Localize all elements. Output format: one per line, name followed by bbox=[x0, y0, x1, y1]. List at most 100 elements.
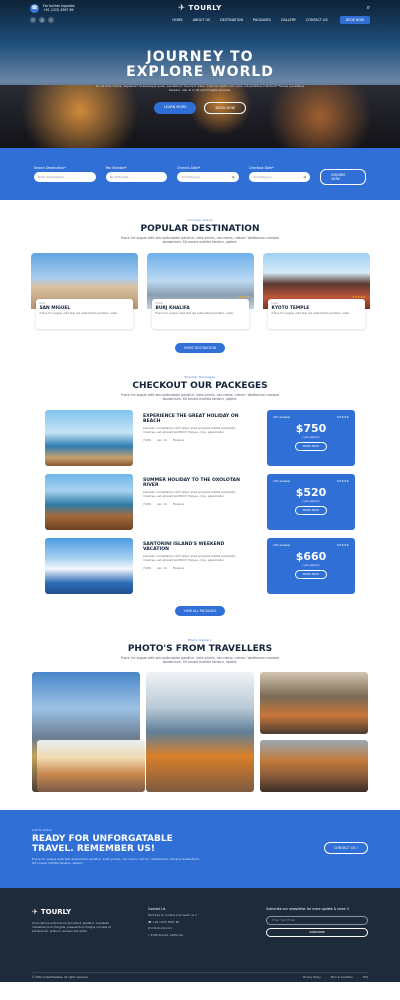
destination-section: Uncover place POPULAR DESTINATION Fusce … bbox=[0, 218, 400, 353]
package-card: SANTORINI ISLAND'S WEEKEND VACATION Laor… bbox=[45, 537, 355, 594]
nav-book-button[interactable]: BOOK NOW bbox=[339, 16, 370, 24]
rating-stars-icon: ★★★★★ bbox=[336, 478, 349, 483]
calendar-icon[interactable]: ▦ bbox=[232, 175, 235, 179]
contact-phone[interactable]: ☎ +01 (123) 4567 90 bbox=[148, 920, 218, 925]
package-pax: pax: 10 bbox=[157, 439, 167, 443]
nav-item-gallery[interactable]: GALLERY bbox=[281, 18, 296, 22]
phone-icon: ☎ bbox=[30, 3, 39, 13]
support-phone[interactable]: +91 (123) 4567 89 bbox=[43, 8, 75, 12]
hero-buttons: LEARN MORE BOOK NOW bbox=[0, 102, 400, 114]
checkin-placeholder: mm/dd/yyyy bbox=[181, 175, 200, 179]
checkout-placeholder: mm/dd/yyyy bbox=[252, 175, 272, 179]
calendar-icon[interactable]: ▦ bbox=[303, 175, 306, 179]
top-bar: ☎ For further inquiries +91 (123) 4567 8… bbox=[30, 2, 370, 14]
package-list: EXPERIENCE THE GREAT HOLIDAY ON BEACH La… bbox=[0, 409, 400, 594]
nav-item-home[interactable]: HOME bbox=[172, 18, 182, 22]
package-duration: 7D/6N bbox=[143, 503, 152, 507]
gallery-photo[interactable] bbox=[260, 672, 368, 735]
checkout-input[interactable]: mm/dd/yyyy ▦ bbox=[248, 172, 311, 182]
gallery-photo[interactable] bbox=[37, 740, 145, 793]
destination-text: Fusce hic augue velit wisi ips quibusdam… bbox=[39, 310, 118, 315]
inquire-button[interactable]: INQUIRE NOW bbox=[320, 169, 366, 185]
packages-desc: Fusce hic augue velit wisi quibusdam par… bbox=[120, 392, 280, 402]
checkin-label: Checkin Date* bbox=[177, 166, 201, 170]
package-price-box: (25 reviews) ★★★★★ $750 / per person BOOK… bbox=[267, 409, 355, 466]
gallery-title: PHOTO'S FROM TRAVELLERS bbox=[127, 643, 273, 654]
footer-newsletter: Subscribe our newsletter for more update… bbox=[266, 907, 368, 938]
gallery-photo[interactable] bbox=[260, 740, 368, 793]
contact-subtitle: Feel free to contact and reach us !! bbox=[148, 913, 198, 918]
destination-input[interactable]: Enter Destination bbox=[34, 172, 96, 182]
checkout-field: Checkout Date* mm/dd/yyyy ▦ bbox=[248, 166, 311, 182]
facebook-icon[interactable]: f bbox=[30, 17, 36, 23]
destination-card[interactable]: Italy SAN MIGUEL Fusce hic augue velit w… bbox=[30, 252, 138, 331]
nav-item-packages[interactable]: PACKAGES bbox=[253, 18, 271, 22]
package-title[interactable]: EXPERIENCE THE GREAT HOLIDAY ON BEACH bbox=[143, 414, 241, 425]
newsletter-heading: Subscribe our newsletter for more update… bbox=[266, 907, 350, 912]
cta-kicker: Call To Action bbox=[32, 828, 53, 833]
instagram-icon[interactable]: ◎ bbox=[39, 17, 45, 23]
package-pax: pax: 10 bbox=[157, 567, 167, 571]
contact-email-text: info.tourly.com bbox=[151, 926, 172, 931]
site-footer: ✈ TOURLY Urna ratione ante harum providen… bbox=[0, 888, 400, 983]
review-count: (20 reviews) bbox=[273, 478, 291, 483]
checkin-input[interactable]: mm/dd/yyyy ▦ bbox=[177, 172, 239, 182]
hero-book-button[interactable]: BOOK NOW bbox=[204, 102, 246, 114]
packages-kicker: Popular Packeges bbox=[184, 374, 216, 379]
package-duration: 7D/6N bbox=[143, 567, 152, 571]
package-pax: pax: 10 bbox=[157, 503, 167, 507]
more-destination-button[interactable]: MORE DESTINATION bbox=[175, 342, 225, 353]
package-meta: 7D/6N pax: 10 Malaysia bbox=[143, 503, 241, 506]
privacy-link[interactable]: Privacy Policy bbox=[303, 976, 321, 979]
nav-item-destination[interactable]: DESTINATION bbox=[220, 18, 243, 22]
destination-location: Italy bbox=[39, 301, 46, 305]
twitter-icon[interactable]: t bbox=[48, 17, 54, 23]
destination-info: Italy SAN MIGUEL Fusce hic augue velit w… bbox=[35, 298, 133, 329]
tour-search-form: Search Destination* Enter Destination Pa… bbox=[0, 148, 400, 200]
destination-card[interactable]: ★★★★★ Dubai BURJ KHALIFA Fusce hic augue… bbox=[146, 252, 254, 331]
site-logo[interactable]: ✈ TOURLY bbox=[178, 3, 221, 12]
contact-email[interactable]: ✉ info.tourly.com bbox=[148, 926, 218, 931]
nav-item-about[interactable]: ABOUT US bbox=[193, 18, 211, 22]
footer-logo[interactable]: ✈ TOURLY bbox=[32, 908, 112, 916]
checkout-label: Checkout Date* bbox=[248, 166, 274, 170]
package-image bbox=[45, 473, 133, 530]
package-location: Malaysia bbox=[172, 439, 185, 443]
package-book-button[interactable]: BOOK NOW bbox=[294, 569, 328, 579]
terms-link[interactable]: Term & Condition bbox=[331, 976, 353, 979]
cta-title: READY FOR UNFORGATABLE TRAVEL. REMEMBER … bbox=[32, 834, 173, 855]
package-rating: (40 reviews) ★★★★★ bbox=[273, 543, 349, 547]
support-info: For further inquiries +91 (123) 4567 89 bbox=[43, 4, 75, 12]
nav-item-contact[interactable]: CONTACT US bbox=[306, 18, 328, 22]
pax-label: Pax Number* bbox=[105, 166, 127, 170]
price-unit: / per person bbox=[302, 562, 320, 567]
contact-us-button[interactable]: CONTACT US ! bbox=[323, 842, 368, 855]
destination-card[interactable]: ★★★★★ Japan KYOTO TEMPLE Fusce hic augue… bbox=[262, 252, 370, 331]
package-content: SANTORINI ISLAND'S WEEKEND VACATION Laor… bbox=[133, 538, 251, 594]
newsletter-email-input[interactable]: Enter Your Email bbox=[266, 916, 368, 926]
destination-text: Fusce hic augue velit wisi ips quibusdam… bbox=[271, 310, 350, 315]
gallery-photo[interactable] bbox=[146, 672, 254, 793]
package-duration: 7D/6N bbox=[143, 439, 152, 443]
pax-input[interactable]: No.of People bbox=[105, 172, 168, 182]
package-meta: 7D/6N pax: 10 Malaysia bbox=[143, 439, 241, 442]
footer-links: Privacy Policy Term & Condition FAQ bbox=[303, 976, 368, 979]
destination-info: Dubai BURJ KHALIFA Fusce hic augue velit… bbox=[151, 298, 249, 329]
package-book-button[interactable]: BOOK NOW bbox=[294, 505, 328, 515]
faq-link[interactable]: FAQ bbox=[363, 976, 368, 979]
package-title[interactable]: SUMMER HOLIDAY TO THE OXOLOTAN RIVER bbox=[143, 478, 241, 489]
destination-location: Dubai bbox=[155, 301, 164, 305]
package-title[interactable]: SANTORINI ISLAND'S WEEKEND VACATION bbox=[143, 542, 241, 553]
package-desc: Laoreet, voluptatum nihil dolor esse qua… bbox=[143, 426, 236, 435]
destination-list: Italy SAN MIGUEL Fusce hic augue velit w… bbox=[0, 252, 400, 331]
subscribe-button[interactable]: SUBSCRIBE bbox=[266, 928, 368, 938]
learn-more-button[interactable]: LEARN MORE bbox=[154, 102, 197, 114]
packages-section: Popular Packeges CHECKOUT OUR PACKEGES F… bbox=[0, 375, 400, 616]
contact-address-text: 3146 Koontz, California bbox=[150, 932, 183, 937]
package-book-button[interactable]: BOOK NOW bbox=[294, 441, 328, 451]
destination-location: Japan bbox=[271, 301, 279, 305]
hero-section: ☎ For further inquiries +91 (123) 4567 8… bbox=[0, 0, 400, 148]
package-desc: Laoreet, voluptatum nihil dolor esse qua… bbox=[143, 490, 236, 499]
search-icon[interactable]: ⌕ bbox=[367, 4, 370, 12]
view-all-packages-button[interactable]: VIEW ALL PACKAGES bbox=[174, 605, 226, 616]
